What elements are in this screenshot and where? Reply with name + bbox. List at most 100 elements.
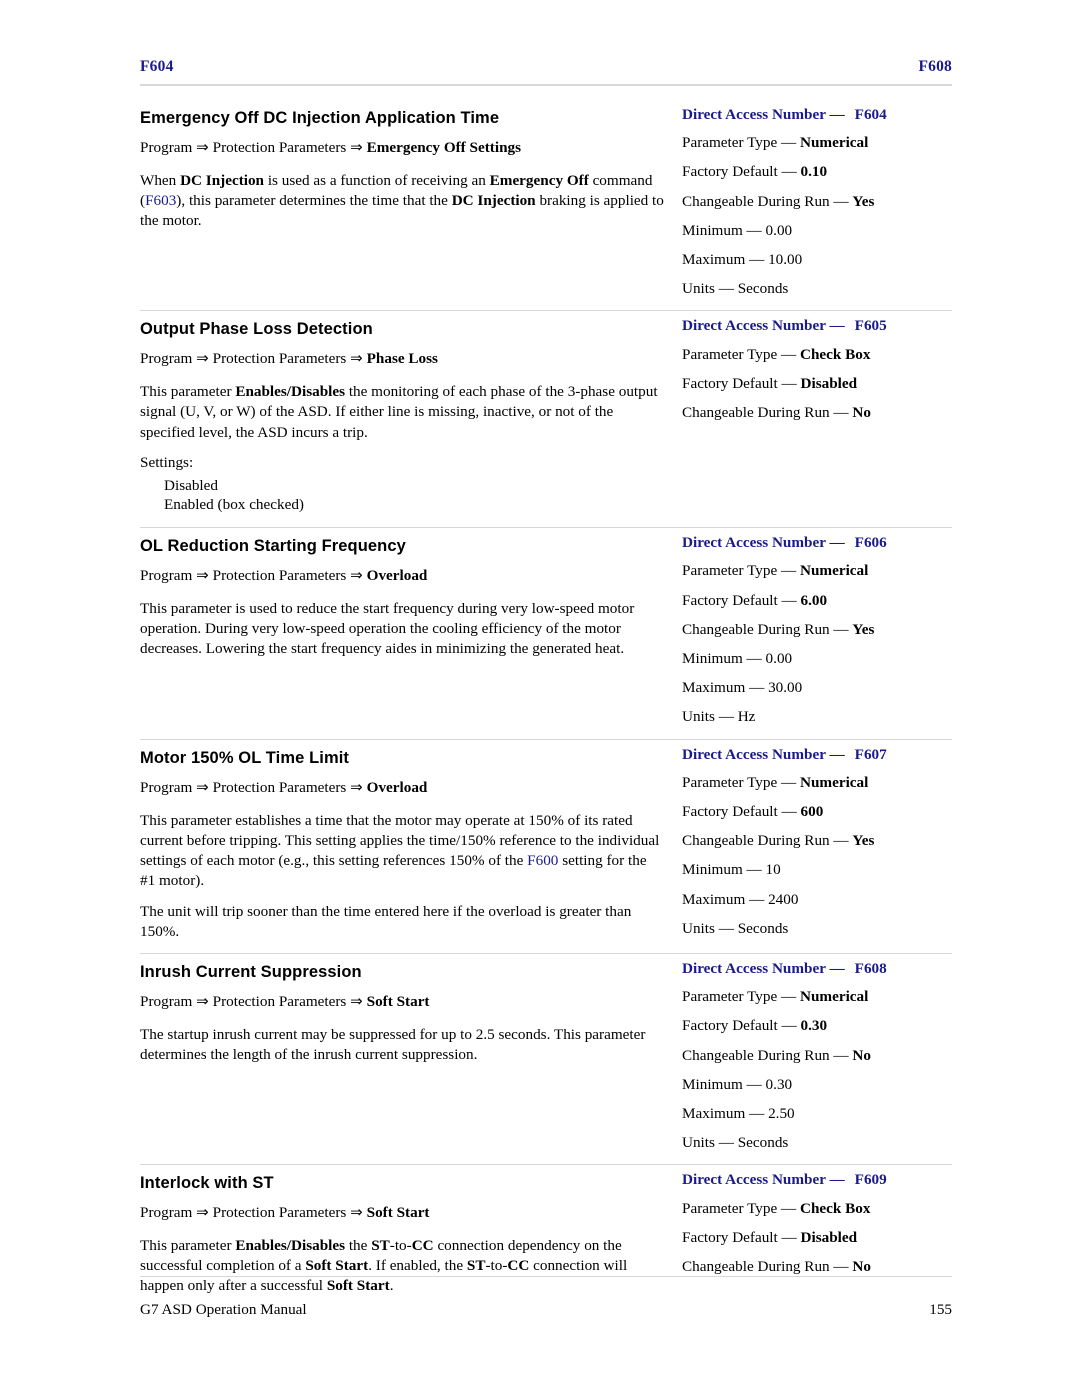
settings-option: Disabled (164, 476, 218, 494)
units-value: Units — Hz (682, 708, 756, 726)
parameter-title: Emergency Off DC Injection Application T… (140, 109, 500, 127)
entry-description-column: Output Phase Loss Detection Program ⇒ Pr… (140, 318, 672, 527)
menu-path-prefix: Program ⇒ Protection Parameters ⇒ (140, 350, 367, 368)
units-value: Units — Seconds (682, 919, 789, 937)
parameter-entry-f607: Motor 150% OL Time Limit Program ⇒ Prote… (140, 738, 952, 953)
menu-path: Program ⇒ Protection Parameters ⇒ Soft S… (140, 1203, 664, 1222)
settings-list: Disabled Enabled (box checked) (164, 476, 664, 516)
menu-path: Program ⇒ Protection Parameters ⇒ Phase … (140, 349, 664, 368)
parameter-entries: Emergency Off DC Injection Application T… (140, 100, 952, 1308)
entry-description-column: Inrush Current Suppression Program ⇒ Pro… (140, 961, 672, 1164)
factory-default: Factory Default — Disabled (682, 374, 858, 392)
parameter-title: Motor 150% OL Time Limit (140, 748, 349, 767)
document-page: F604 F608 Emergency Off DC Injection App… (0, 0, 1080, 1397)
maximum-value: Maximum — 30.00 (682, 679, 803, 697)
entry-specs-column: Direct Access Number — F607 Parameter Typ… (672, 745, 952, 953)
direct-access-number: Direct Access Number — F604 (682, 106, 887, 123)
parameter-entry-f609: Interlock with ST Program ⇒ Protection P… (140, 1164, 952, 1307)
changeable-during-run: Changeable During Run — Yes (682, 620, 875, 638)
header-divider (140, 84, 952, 86)
parameter-description: When DC Injection is used as a function … (140, 172, 664, 230)
changeable-during-run: Changeable During Run — Yes (682, 192, 875, 210)
direct-access-number: Direct Access Number — F608 (682, 959, 887, 977)
changeable-during-run: Changeable During Run — Yes (682, 832, 875, 850)
settings-option: Enabled (box checked) (164, 496, 304, 514)
parameter-entry-f606: OL Reduction Starting Frequency Program … (140, 527, 952, 738)
changeable-during-run: Changeable During Run — No (682, 1046, 871, 1064)
factory-default: Factory Default — 600 (682, 802, 824, 820)
menu-path-prefix: Program ⇒ Protection Parameters ⇒ (140, 139, 367, 156)
minimum-value: Minimum — 0.00 (682, 221, 793, 239)
parameter-entry-f608: Inrush Current Suppression Program ⇒ Pro… (140, 952, 952, 1164)
maximum-value: Maximum — 2.50 (682, 1104, 795, 1122)
menu-path-target: Soft Start (366, 1204, 430, 1222)
entry-description-column: OL Reduction Starting Frequency Program … (140, 535, 672, 738)
units-value: Units — Seconds (682, 280, 789, 298)
parameter-title: OL Reduction Starting Frequency (140, 537, 406, 556)
menu-path-prefix: Program ⇒ Protection Parameters ⇒ (140, 992, 367, 1010)
entry-specs-column: Direct Access Number — F608 Parameter Typ… (672, 961, 952, 1164)
page-header: F604 F608 (140, 58, 952, 76)
factory-default: Factory Default — Disabled (682, 1228, 858, 1246)
maximum-value: Maximum — 2400 (682, 890, 799, 908)
parameter-type: Parameter Type — Numerical (682, 773, 869, 791)
parameter-description: This parameter is used to reduce the sta… (140, 600, 635, 658)
footer-page-number: 155 (929, 1301, 952, 1318)
direct-access-number: Direct Access Number — F609 (682, 1171, 887, 1189)
parameter-type: Parameter Type — Numerical (682, 134, 869, 152)
minimum-value: Minimum — 10 (682, 861, 781, 879)
entry-specs-column: Direct Access Number — F605 Parameter Typ… (672, 318, 952, 527)
cross-reference-f603[interactable]: F603 (145, 192, 176, 209)
menu-path-target: Overload (366, 567, 428, 585)
menu-path-target: Overload (366, 778, 428, 796)
header-left-marker: F604 (140, 58, 174, 75)
direct-access-number: Direct Access Number — F607 (682, 745, 887, 763)
page-footer: G7 ASD Operation Manual 155 (140, 1301, 952, 1319)
entry-specs-column: Direct Access Number — F606 Parameter Typ… (672, 535, 952, 738)
header-right-marker: F608 (918, 58, 952, 75)
parameter-type: Parameter Type — Check Box (682, 345, 871, 363)
parameter-entry-f604: Emergency Off DC Injection Application T… (140, 100, 952, 310)
footer-divider (140, 1276, 952, 1277)
settings-label: Settings: (140, 453, 194, 471)
entry-description-column: Interlock with ST Program ⇒ Protection P… (140, 1172, 672, 1307)
menu-path-prefix: Program ⇒ Protection Parameters ⇒ (140, 567, 367, 585)
parameter-description: The startup inrush current may be suppre… (140, 1025, 646, 1063)
menu-path: Program ⇒ Protection Parameters ⇒ Emerge… (140, 138, 664, 157)
entry-specs-column: Direct Access Number — F609 Parameter Typ… (672, 1172, 952, 1307)
units-value: Units — Seconds (682, 1134, 789, 1152)
parameter-title: Interlock with ST (140, 1174, 274, 1193)
parameter-description: This parameter establishes a time that t… (140, 811, 660, 889)
menu-path-target: Phase Loss (366, 350, 438, 368)
parameter-description: This parameter Enables/Disables the moni… (140, 383, 658, 441)
entry-specs-column: Direct Access Number — F604 Parameter Typ… (672, 107, 952, 310)
menu-path-target: Soft Start (366, 992, 430, 1010)
minimum-value: Minimum — 0.00 (682, 649, 793, 667)
factory-default: Factory Default — 6.00 (682, 591, 828, 609)
maximum-value: Maximum — 10.00 (682, 251, 803, 269)
parameter-type: Parameter Type — Check Box (682, 1199, 871, 1217)
menu-path-prefix: Program ⇒ Protection Parameters ⇒ (140, 1204, 367, 1222)
parameter-description-extra: The unit will trip sooner than the time … (140, 902, 632, 940)
direct-access-number: Direct Access Number — F605 (682, 317, 887, 335)
menu-path: Program ⇒ Protection Parameters ⇒ Overlo… (140, 566, 664, 585)
menu-path-prefix: Program ⇒ Protection Parameters ⇒ (140, 778, 367, 796)
parameter-type: Parameter Type — Numerical (682, 988, 869, 1006)
factory-default: Factory Default — 0.10 (682, 163, 828, 181)
changeable-during-run: Changeable During Run — No (682, 1257, 871, 1275)
menu-path-target: Emergency Off Settings (366, 139, 522, 156)
changeable-during-run: Changeable During Run — No (682, 404, 871, 422)
entry-description-column: Emergency Off DC Injection Application T… (140, 107, 672, 310)
cross-reference-f600[interactable]: F600 (527, 852, 558, 869)
entry-description-column: Motor 150% OL Time Limit Program ⇒ Prote… (140, 747, 672, 953)
minimum-value: Minimum — 0.30 (682, 1075, 793, 1093)
parameter-title: Output Phase Loss Detection (140, 320, 373, 339)
parameter-title: Inrush Current Suppression (140, 962, 362, 981)
menu-path: Program ⇒ Protection Parameters ⇒ Soft S… (140, 992, 664, 1011)
parameter-entry-f605: Output Phase Loss Detection Program ⇒ Pr… (140, 310, 952, 527)
menu-path: Program ⇒ Protection Parameters ⇒ Overlo… (140, 778, 664, 797)
parameter-type: Parameter Type — Numerical (682, 562, 869, 580)
direct-access-number: Direct Access Number — F606 (682, 534, 887, 552)
factory-default: Factory Default — 0.30 (682, 1017, 828, 1035)
footer-document-title: G7 ASD Operation Manual (140, 1301, 307, 1318)
